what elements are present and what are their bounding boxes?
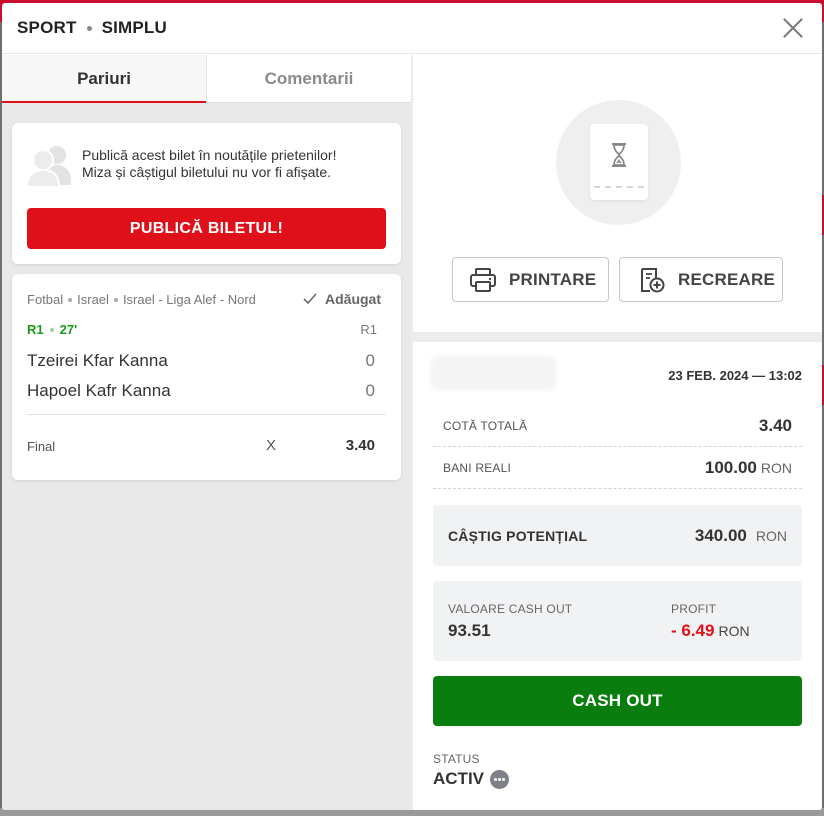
close-icon[interactable] [782,17,804,39]
live-dot [49,327,54,332]
recreate-ticket-icon [641,267,665,292]
total-odds-value: 3.40 [758,415,792,435]
selection-odd: 3.40 [345,437,375,454]
blurred-logo [431,356,556,390]
live-status: R1 27' [27,322,77,337]
publish-card: Publică acest bilet în noutățile prieten… [12,123,401,264]
potential-win-box: CÂȘTIG POTENȚIAL 340.00 RON [433,505,802,566]
ticket-illustration [556,100,681,225]
recreate-label: RECREARE [678,269,776,289]
cashout-value: 93.51 [448,621,491,640]
profit-amount: - 6.49 RON [671,621,750,641]
publish-ticket-button[interactable]: PUBLICĂ BILETUL! [27,208,386,249]
publish-line-2: Miza și câștigul biletului nu vor fi afi… [82,164,331,180]
breadcrumb-country: Israel [77,292,109,307]
ticket-summary-panel: 23 FEB. 2024 — 13:02 COTĂ TOTALĂ 3.40 BA… [413,342,822,810]
title-type: SIMPLU [101,18,167,37]
recreate-button[interactable]: RECREARE [619,257,783,302]
publish-line-1: Publică acest bilet în noutățile prieten… [82,147,337,163]
publish-description: Publică acest bilet în noutățile prieten… [82,147,336,181]
breadcrumb-dot [68,297,73,302]
modal-header: SPORT SIMPLU [2,3,822,54]
left-column: Pariuri Comentarii Publică acest bilet î… [2,55,411,810]
live-period: R1 [27,322,44,337]
stake-label: BANI REALI [443,460,512,475]
friends-icon [25,146,71,188]
potential-win-currency: RON [755,527,787,544]
potential-win-value: 340.00 [694,525,747,545]
ticket-date: 23 FEB. 2024 — 13:02 [668,368,802,383]
title-sport: SPORT [17,18,77,37]
home-team-score: 0 [365,351,375,370]
cash-out-button[interactable]: CASH OUT [433,676,802,726]
cashout-info-box: VALOARE CASH OUT 93.51 PROFIT - 6.49 RON [433,581,802,661]
stake-row: BANI REALI 100.00 RON [433,447,802,489]
right-column: PRINTARE RECREARE 23 FEB. 2024 — 13:02 C… [413,55,822,810]
potential-win-label: CÂȘTIG POTENȚIAL [448,527,588,544]
stake-currency: RON [760,459,792,476]
selection-pick: X [266,437,277,454]
stake-value: 100.00 [704,457,757,477]
event-breadcrumb: Fotbal Israel Israel - Liga Alef - Nord [27,292,256,307]
status-label: STATUS [433,752,480,766]
profit-currency: RON [718,623,750,639]
event-card: Fotbal Israel Israel - Liga Alef - Nord … [12,274,401,480]
profit-value: - 6.49 [671,621,715,640]
modal-title: SPORT SIMPLU [17,18,167,38]
ticket-status-panel: PRINTARE RECREARE [413,55,822,332]
check-icon [303,293,317,305]
breadcrumb-dot [113,297,118,302]
cashout-value-label: VALOARE CASH OUT [448,602,573,616]
print-label: PRINTARE [509,269,597,289]
home-team-name: Tzeirei Kfar Kanna [27,351,168,370]
added-indicator: Adăugat [303,291,381,307]
total-odds-label: COTĂ TOTALĂ [443,418,528,433]
modal-body: Pariuri Comentarii Publică acest bilet î… [2,55,822,810]
ticket-paper-icon [590,124,648,200]
period-label: R1 [360,322,377,337]
more-options-icon[interactable] [490,769,509,789]
divider [27,414,386,415]
ticket-modal: SPORT SIMPLU Pariuri Comentarii Publică … [2,3,822,810]
potential-win-amount: 340.00 RON [695,526,787,546]
breadcrumb-league: Israel - Liga Alef - Nord [122,292,256,307]
away-team-score: 0 [365,381,375,400]
added-label: Adăugat [325,291,381,307]
breadcrumb-sport: Fotbal [27,292,64,307]
total-odds-row: COTĂ TOTALĂ 3.40 [433,405,802,447]
printer-icon [470,267,496,292]
profit-label: PROFIT [671,602,717,616]
status-value: ACTIV [433,769,484,788]
tab-bar: Pariuri Comentarii [2,55,411,103]
live-minute: 27' [59,322,78,337]
away-team-name: Hapoel Kafr Kanna [27,381,171,400]
tab-comentarii[interactable]: Comentarii [206,55,411,102]
hourglass-icon [612,143,626,167]
status-row: ACTIV [433,769,509,789]
print-button[interactable]: PRINTARE [452,257,609,302]
market-label: Final [27,439,56,454]
stake-amount: 100.00 RON [705,458,792,478]
tab-pariuri[interactable]: Pariuri [2,55,206,103]
title-separator-dot [86,25,92,31]
